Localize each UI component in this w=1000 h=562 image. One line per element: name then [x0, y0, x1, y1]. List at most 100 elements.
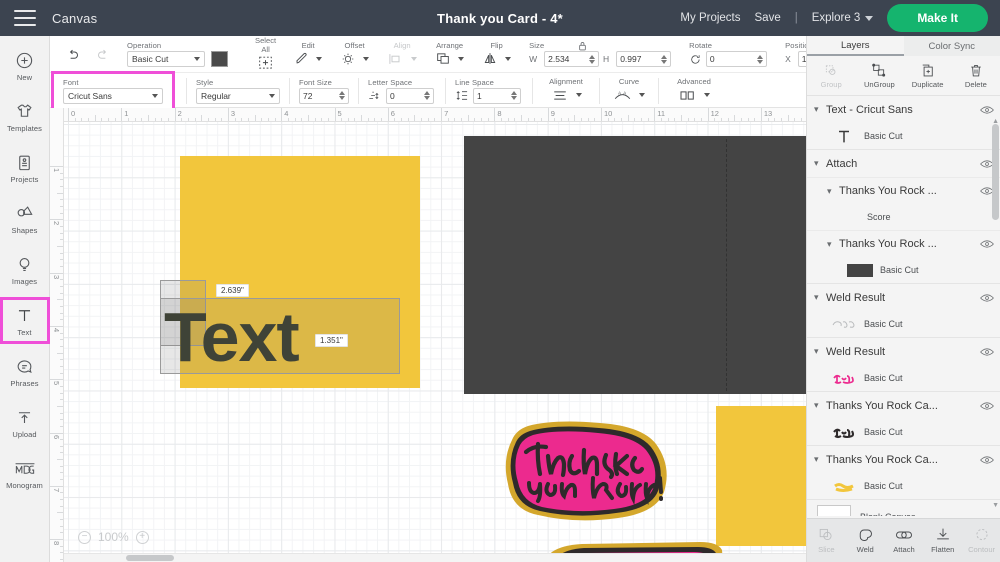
yellow-card-bottom-right[interactable] — [716, 406, 806, 546]
duplicate-icon — [922, 64, 933, 76]
attach-button[interactable]: Attach — [885, 519, 924, 562]
sidebar-item-templates[interactable]: Templates — [2, 95, 48, 138]
ruler-subtick — [60, 339, 63, 341]
advanced-group[interactable]: Advanced — [659, 73, 729, 109]
sidebar-item-new[interactable]: New — [2, 44, 48, 87]
layer-subgroup-header[interactable]: ▾ Thanks You Rock ... — [807, 177, 1000, 204]
rotate-icon[interactable] — [689, 53, 702, 66]
make-it-button[interactable]: Make It — [887, 4, 988, 32]
letter-space-input[interactable]: 0 — [386, 87, 434, 104]
font-select[interactable]: Cricut Sans — [63, 87, 163, 104]
width-input[interactable]: 2.534 — [544, 51, 600, 67]
chevron-down-icon[interactable]: ▾ — [827, 186, 839, 197]
hamburger-icon[interactable] — [14, 10, 36, 26]
ruler-tick-label: 5 — [337, 109, 342, 118]
layer-group-header[interactable]: ▾ Attach — [807, 150, 1000, 177]
canvas-scroll-thumb[interactable] — [126, 555, 174, 561]
canvas-grid[interactable]: Text 2.639" 1.351" — [64, 122, 806, 562]
blank-canvas-swatch[interactable] — [817, 504, 851, 516]
arrange-group[interactable]: Arrange — [426, 36, 473, 72]
flip-group[interactable]: Flip — [473, 36, 520, 72]
tab-color-sync[interactable]: Color Sync — [904, 36, 1000, 56]
chevron-down-icon[interactable]: ▾ — [827, 239, 839, 250]
alignment-group[interactable]: Alignment — [533, 73, 599, 109]
line-space-input[interactable]: 1 — [473, 87, 521, 104]
layers-scrollbar[interactable] — [992, 124, 999, 516]
ruler-subtick — [147, 115, 149, 121]
ruler-subtick — [627, 115, 629, 121]
canvas-text-object[interactable]: Text — [164, 302, 300, 372]
tab-layers[interactable]: Layers — [807, 36, 904, 56]
edit-group[interactable]: Edit — [285, 36, 331, 72]
layer-group-header[interactable]: ▾ Weld Result — [807, 284, 1000, 311]
layer-item[interactable]: Basic Cut — [807, 419, 1000, 445]
save-button[interactable]: Save — [755, 12, 781, 24]
sidebar-item-text[interactable]: Text — [0, 297, 50, 344]
operation-select[interactable]: Basic Cut — [127, 51, 205, 67]
zoom-out-button[interactable]: − — [78, 530, 91, 544]
zoom-in-button[interactable]: + — [135, 530, 149, 544]
machine-selector[interactable]: Explore 3 — [812, 12, 874, 24]
style-select[interactable]: Regular — [196, 87, 280, 104]
height-input[interactable]: 0.997 — [616, 51, 672, 67]
canvas-horizontal-scrollbar[interactable] — [64, 553, 806, 562]
sidebar-item-projects[interactable]: Projects — [2, 146, 48, 189]
group-button[interactable]: Group — [807, 56, 855, 95]
undo-arrow-icon[interactable] — [64, 47, 81, 62]
chevron-down-icon[interactable]: ▾ — [814, 158, 826, 169]
sidebar-item-shapes[interactable]: Shapes — [2, 197, 48, 240]
font-size-input[interactable]: 72 — [299, 87, 349, 104]
pencil-icon — [296, 52, 307, 64]
sidebar-item-monogram[interactable]: Monogram — [2, 452, 48, 495]
select-all-group[interactable]: Select All — [246, 36, 285, 72]
slice-button[interactable]: Slice — [807, 519, 846, 562]
dark-card-right[interactable] — [464, 136, 806, 394]
chevron-down-icon[interactable]: ▾ — [814, 346, 826, 357]
thanks-you-rock-artwork[interactable] — [496, 414, 676, 526]
duplicate-button[interactable]: Duplicate — [904, 56, 952, 95]
rotate-input[interactable]: 0 — [705, 51, 768, 67]
layer-group-header[interactable]: ▾ Text - Cricut Sans — [807, 96, 1000, 123]
contour-button[interactable]: Contour — [962, 519, 1000, 562]
layers-list[interactable]: ▾ Text - Cricut Sans Basic Cut ▾ Attach … — [807, 96, 1000, 516]
chevron-down-icon[interactable]: ▾ — [814, 454, 826, 465]
chevron-down-icon[interactable]: ▾ — [814, 400, 826, 411]
layer-item[interactable]: Basic Cut — [807, 311, 1000, 337]
layer-group-header[interactable]: ▾ Thanks You Rock Ca... — [807, 392, 1000, 419]
layer-item[interactable]: Basic Cut — [807, 123, 1000, 149]
layer-group-header[interactable]: ▾ Weld Result — [807, 338, 1000, 365]
curve-group[interactable]: Curve A A — [600, 73, 658, 109]
line-space-icon — [456, 91, 468, 100]
layer-item[interactable]: Score — [807, 204, 1000, 230]
layer-item[interactable]: Basic Cut — [807, 365, 1000, 391]
layer-group-header[interactable]: ▾ Thanks You Rock Ca... — [807, 446, 1000, 473]
layer-group-title: Weld Result — [826, 291, 886, 304]
chevron-down-icon[interactable]: ▾ — [814, 292, 826, 303]
eye-icon[interactable] — [980, 105, 994, 115]
font-size-value: 72 — [303, 90, 313, 101]
contour-icon — [976, 528, 988, 541]
offset-group[interactable]: Offset — [331, 36, 378, 72]
delete-button[interactable]: Delete — [952, 56, 1000, 95]
canvas-area[interactable]: 012345678910111213 12345678 — [50, 108, 806, 562]
chevron-down-icon[interactable]: ▾ — [814, 104, 826, 115]
layers-scroll-thumb[interactable] — [992, 124, 999, 220]
sidebar-item-upload[interactable]: Upload — [2, 401, 48, 444]
operation-color-swatch[interactable] — [211, 51, 228, 67]
align-group[interactable]: Align — [378, 36, 426, 72]
layer-subgroup-header[interactable]: ▾ Thanks You Rock ... — [807, 230, 1000, 257]
blank-canvas-row[interactable]: Blank Canvas — [807, 500, 1000, 516]
sidebar-item-phrases[interactable]: Phrases — [2, 350, 48, 393]
weld-button[interactable]: Weld — [846, 519, 885, 562]
ungroup-button[interactable]: UnGroup — [855, 56, 903, 95]
ruler-tick-label: 2 — [52, 221, 61, 226]
layer-item[interactable]: Basic Cut — [807, 257, 1000, 283]
canvas-label[interactable]: Canvas — [52, 11, 97, 26]
flatten-button[interactable]: Flatten — [923, 519, 962, 562]
my-projects-link[interactable]: My Projects — [680, 12, 740, 24]
layer-item[interactable]: Basic Cut — [807, 473, 1000, 499]
sidebar-item-images[interactable]: Images — [2, 248, 48, 291]
chevron-down-icon — [316, 56, 323, 61]
redo-arrow-icon[interactable] — [95, 47, 112, 62]
lock-icon[interactable] — [578, 41, 587, 51]
